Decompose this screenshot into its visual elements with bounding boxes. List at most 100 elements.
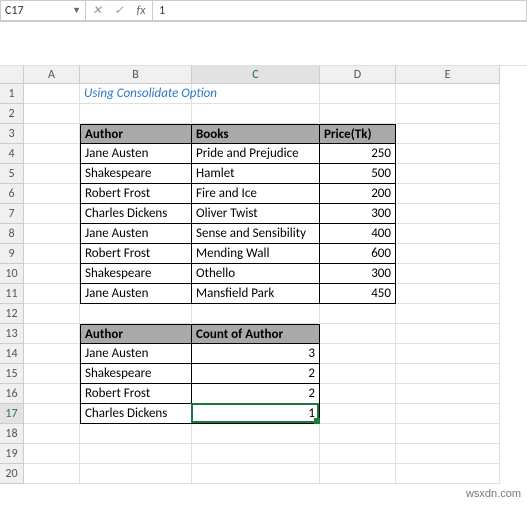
table-cell[interactable]: Robert Frost — [80, 184, 192, 204]
row-header[interactable]: 14 — [0, 344, 24, 364]
row-header[interactable]: 19 — [0, 444, 24, 464]
table-cell[interactable]: Shakespeare — [80, 364, 192, 384]
cell[interactable] — [396, 164, 500, 184]
cell[interactable] — [80, 464, 192, 484]
table-cell[interactable]: Jane Austen — [80, 344, 192, 364]
cell[interactable] — [396, 104, 500, 124]
cell[interactable] — [80, 444, 192, 464]
cell[interactable] — [24, 384, 80, 404]
col-header[interactable]: B — [80, 66, 192, 84]
table-cell[interactable]: 250 — [320, 144, 396, 164]
cell[interactable] — [24, 204, 80, 224]
cell[interactable] — [24, 144, 80, 164]
table-header[interactable]: Price(Tk) — [320, 124, 396, 144]
table-cell[interactable]: 600 — [320, 244, 396, 264]
cell[interactable] — [24, 244, 80, 264]
table-cell[interactable]: Robert Frost — [80, 384, 192, 404]
row-header[interactable]: 5 — [0, 164, 24, 184]
cell[interactable] — [320, 84, 396, 104]
row-header[interactable]: 15 — [0, 364, 24, 384]
cell[interactable] — [396, 364, 500, 384]
table-cell[interactable]: Charles Dickens — [80, 204, 192, 224]
cell[interactable] — [396, 404, 500, 424]
name-box[interactable]: C17 ▼ — [0, 0, 86, 21]
table-header[interactable]: Author — [80, 324, 192, 344]
row-header[interactable]: 11 — [0, 284, 24, 304]
cell[interactable] — [192, 104, 320, 124]
table-cell[interactable]: 300 — [320, 204, 396, 224]
cell[interactable] — [320, 344, 396, 364]
cell[interactable] — [320, 324, 396, 344]
cell[interactable] — [80, 104, 192, 124]
cell[interactable] — [320, 424, 396, 444]
cell[interactable] — [396, 184, 500, 204]
table-cell[interactable]: 300 — [320, 264, 396, 284]
formula-bar-input[interactable]: 1 — [153, 0, 527, 21]
cell[interactable] — [320, 404, 396, 424]
table-cell[interactable]: Othello — [192, 264, 320, 284]
row-header[interactable]: 18 — [0, 424, 24, 444]
table-cell[interactable]: Fire and Ice — [192, 184, 320, 204]
row-header[interactable]: 3 — [0, 124, 24, 144]
table-cell[interactable]: Robert Frost — [80, 244, 192, 264]
check-icon[interactable]: ✓ — [108, 3, 130, 18]
cell[interactable] — [396, 324, 500, 344]
cell[interactable] — [192, 304, 320, 324]
cell[interactable] — [396, 124, 500, 144]
table-cell[interactable]: Jane Austen — [80, 284, 192, 304]
cell[interactable] — [24, 464, 80, 484]
cell[interactable] — [396, 84, 500, 104]
table-cell[interactable]: 400 — [320, 224, 396, 244]
table-header[interactable]: Author — [80, 124, 192, 144]
cell[interactable] — [320, 304, 396, 324]
table-cell[interactable]: Jane Austen — [80, 144, 192, 164]
row-header[interactable]: 7 — [0, 204, 24, 224]
cell[interactable] — [396, 204, 500, 224]
row-header[interactable]: 17 — [0, 404, 24, 424]
cell[interactable] — [396, 144, 500, 164]
fx-icon[interactable]: fx — [130, 4, 152, 18]
grid-body[interactable]: Using Consolidate Option Author Books Pr… — [24, 84, 500, 484]
table-cell[interactable]: 3 — [192, 344, 320, 364]
cell[interactable] — [24, 264, 80, 284]
cell[interactable] — [320, 104, 396, 124]
table-cell[interactable]: 200 — [320, 184, 396, 204]
cell[interactable] — [396, 384, 500, 404]
chevron-down-icon[interactable]: ▼ — [72, 5, 81, 16]
cell[interactable] — [396, 244, 500, 264]
table-cell[interactable]: 2 — [192, 364, 320, 384]
cell[interactable] — [320, 384, 396, 404]
cell[interactable] — [396, 444, 500, 464]
table-cell[interactable]: Shakespeare — [80, 164, 192, 184]
cell[interactable] — [192, 464, 320, 484]
cell[interactable] — [80, 304, 192, 324]
row-header[interactable]: 10 — [0, 264, 24, 284]
cell[interactable] — [192, 444, 320, 464]
cell[interactable] — [24, 124, 80, 144]
cell[interactable] — [396, 264, 500, 284]
page-title[interactable]: Using Consolidate Option — [80, 84, 192, 104]
row-header[interactable]: 12 — [0, 304, 24, 324]
cell[interactable] — [24, 424, 80, 444]
cell[interactable] — [24, 344, 80, 364]
cell[interactable] — [24, 364, 80, 384]
col-header[interactable]: C — [192, 66, 320, 84]
row-header[interactable]: 13 — [0, 324, 24, 344]
row-header[interactable]: 8 — [0, 224, 24, 244]
cell[interactable] — [24, 84, 80, 104]
select-all-corner[interactable] — [0, 66, 24, 84]
cell[interactable] — [24, 324, 80, 344]
row-header[interactable]: 6 — [0, 184, 24, 204]
table-header[interactable]: Count of Author — [192, 324, 320, 344]
col-header[interactable]: E — [396, 66, 500, 84]
cell[interactable] — [24, 404, 80, 424]
cell[interactable] — [80, 424, 192, 444]
table-cell[interactable]: 450 — [320, 284, 396, 304]
cell[interactable] — [396, 464, 500, 484]
table-cell[interactable]: 2 — [192, 384, 320, 404]
cell[interactable] — [396, 284, 500, 304]
cell[interactable] — [24, 284, 80, 304]
row-header[interactable]: 4 — [0, 144, 24, 164]
cell[interactable] — [192, 424, 320, 444]
table-cell[interactable]: Pride and Prejudice — [192, 144, 320, 164]
